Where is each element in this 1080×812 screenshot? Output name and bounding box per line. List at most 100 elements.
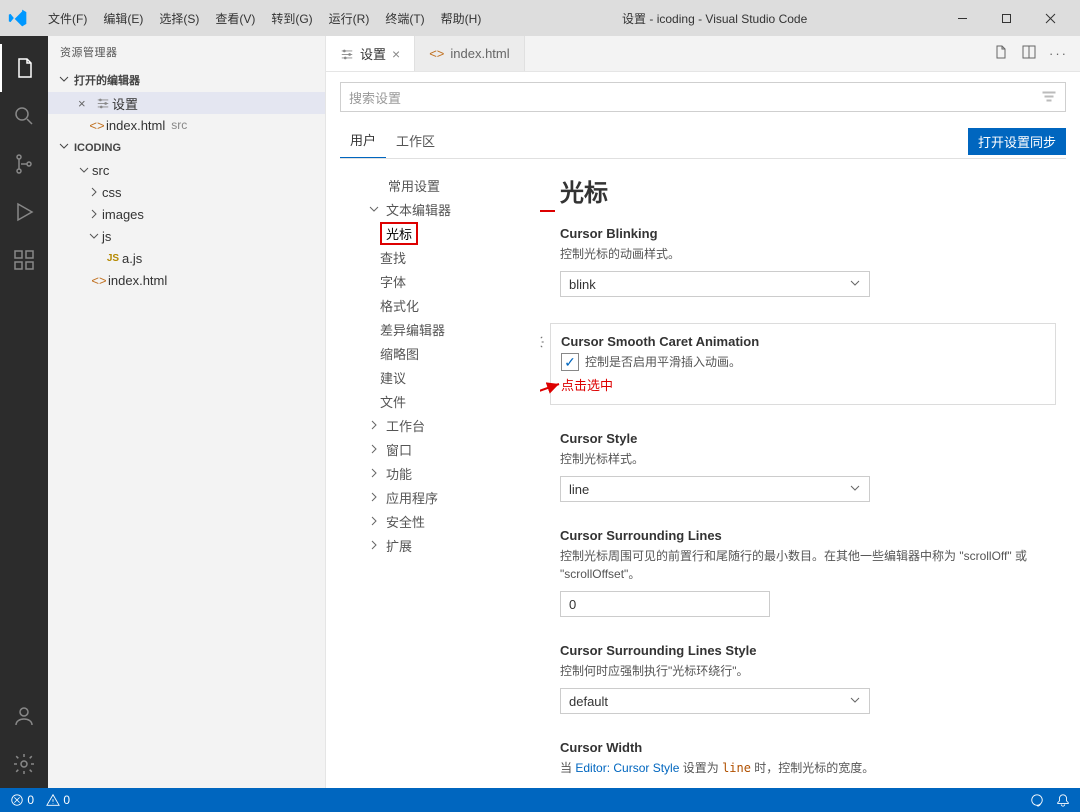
close-icon[interactable]: × — [392, 46, 400, 62]
setting-select[interactable]: default — [560, 688, 870, 714]
open-settings-sync-button[interactable]: 打开设置同步 — [968, 128, 1066, 155]
scope-user[interactable]: 用户 — [340, 124, 386, 158]
chevron-right-icon — [368, 539, 382, 551]
window-maximize-button[interactable] — [984, 0, 1028, 36]
tab-label: index.html — [450, 46, 509, 61]
tree-folder-images[interactable]: images — [48, 203, 325, 225]
setting-cursor-surrounding-lines-style: Cursor Surrounding Lines Style 控制何时应强制执行… — [560, 643, 1056, 714]
toc-font[interactable]: 字体 — [340, 269, 540, 293]
annotation-arrow-icon — [540, 201, 560, 221]
window-minimize-button[interactable] — [940, 0, 984, 36]
setting-cursor-surrounding-lines: Cursor Surrounding Lines 控制光标周围可见的前置行和尾随… — [560, 528, 1056, 617]
chevron-down-icon — [849, 694, 861, 709]
menu-select[interactable]: 选择(S) — [151, 10, 207, 27]
toc-app[interactable]: 应用程序 — [340, 485, 540, 509]
toc-suggest[interactable]: 建议 — [340, 365, 540, 389]
titlebar: 文件(F) 编辑(E) 选择(S) 查看(V) 转到(G) 运行(R) 终端(T… — [0, 0, 1080, 36]
chevron-down-icon — [58, 140, 70, 155]
activity-settings-icon[interactable] — [0, 740, 48, 788]
project-section[interactable]: ICODING — [48, 136, 325, 159]
chevron-right-icon — [368, 419, 382, 431]
menu-file[interactable]: 文件(F) — [40, 10, 95, 27]
menu-edit[interactable]: 编辑(E) — [95, 10, 151, 27]
scope-workspace[interactable]: 工作区 — [386, 125, 445, 158]
window-title: 设置 - icoding - Visual Studio Code — [489, 10, 940, 27]
toc-feature[interactable]: 功能 — [340, 461, 540, 485]
tab-settings[interactable]: 设置 × — [326, 36, 415, 71]
menu-terminal[interactable]: 终端(T) — [377, 10, 432, 27]
setting-title: Cursor Blinking — [560, 226, 1056, 241]
toc-ext[interactable]: 扩展 — [340, 533, 540, 557]
open-settings-json-icon[interactable] — [993, 44, 1009, 63]
editor-group: 设置 × <> index.html ··· 搜索设置 用户 工作区 — [326, 36, 1080, 788]
setting-number-input[interactable]: 0 — [560, 591, 770, 617]
open-editor-label: index.html — [106, 118, 165, 133]
toc-cursor[interactable]: 光标 — [340, 221, 540, 245]
status-errors[interactable]: 0 — [10, 793, 34, 808]
open-editor-index[interactable]: <> index.html src — [48, 114, 325, 136]
chevron-down-icon — [88, 230, 102, 242]
status-warnings[interactable]: 0 — [46, 793, 70, 808]
filter-icon[interactable] — [1041, 88, 1057, 107]
toc-window[interactable]: 窗口 — [340, 437, 540, 461]
chevron-right-icon — [368, 443, 382, 455]
tree-file-index[interactable]: <> index.html — [48, 269, 325, 291]
chevron-right-icon — [368, 467, 382, 479]
setting-title: Cursor Surrounding Lines Style — [560, 643, 1056, 658]
chevron-down-icon — [849, 482, 861, 497]
activity-search-icon[interactable] — [0, 92, 48, 140]
tree-file-ajs[interactable]: JS a.js — [48, 247, 325, 269]
toc-security[interactable]: 安全性 — [340, 509, 540, 533]
gear-icon[interactable] — [540, 334, 545, 353]
settings-editor: 搜索设置 用户 工作区 打开设置同步 常用设置 文本编辑器 光标 查找 字体 格… — [326, 72, 1080, 788]
setting-description: 控制光标的动画样式。 — [560, 245, 1056, 263]
tree-folder-src[interactable]: src — [48, 159, 325, 181]
setting-cursor-width: Cursor Width 当 Editor: Cursor Style 设置为 … — [560, 740, 1056, 777]
status-notifications-icon[interactable] — [1056, 793, 1070, 808]
toc-file[interactable]: 文件 — [340, 389, 540, 413]
toc-format[interactable]: 格式化 — [340, 293, 540, 317]
menu-run[interactable]: 运行(R) — [321, 10, 378, 27]
setting-link[interactable]: Editor: Cursor Style — [575, 761, 679, 775]
window-close-button[interactable] — [1028, 0, 1072, 36]
editor-tabs: 设置 × <> index.html ··· — [326, 36, 1080, 72]
more-actions-icon[interactable]: ··· — [1049, 46, 1068, 61]
open-editor-label: 设置 — [112, 94, 138, 113]
open-editor-settings[interactable]: × 设置 — [48, 92, 325, 114]
activity-explorer-icon[interactable] — [0, 44, 48, 92]
tree-folder-css[interactable]: css — [48, 181, 325, 203]
sidebar-explorer: 资源管理器 打开的编辑器 × 设置 <> index.html src ICOD… — [48, 36, 326, 788]
settings-heading: 光标 — [560, 173, 1056, 208]
setting-select[interactable]: blink — [560, 271, 870, 297]
toc-text-editor[interactable]: 文本编辑器 — [340, 197, 540, 221]
activity-debug-icon[interactable] — [0, 188, 48, 236]
menu-help[interactable]: 帮助(H) — [433, 10, 490, 27]
toc-find[interactable]: 查找 — [340, 245, 540, 269]
setting-title: Cursor Surrounding Lines — [560, 528, 1056, 543]
open-editors-section[interactable]: 打开的编辑器 — [48, 68, 325, 92]
setting-cursor-style: Cursor Style 控制光标样式。 line — [560, 431, 1056, 502]
status-bar: 0 0 — [0, 788, 1080, 812]
menu-goto[interactable]: 转到(G) — [263, 10, 320, 27]
menu-view[interactable]: 查看(V) — [207, 10, 263, 27]
setting-select[interactable]: line — [560, 476, 870, 502]
settings-search-input[interactable]: 搜索设置 — [340, 82, 1066, 112]
tree-folder-js[interactable]: js — [48, 225, 325, 247]
tab-label: 设置 — [360, 44, 386, 63]
toc-workbench[interactable]: 工作台 — [340, 413, 540, 437]
settings-content[interactable]: 光标 Cursor Blinking 控制光标的动画样式。 blink Curs… — [540, 167, 1066, 788]
tab-index[interactable]: <> index.html — [415, 36, 524, 71]
close-icon[interactable]: × — [78, 96, 94, 111]
status-feedback-icon[interactable] — [1030, 793, 1044, 808]
setting-title: Cursor Style — [560, 431, 1056, 446]
toc-minimap[interactable]: 缩略图 — [340, 341, 540, 365]
activity-scm-icon[interactable] — [0, 140, 48, 188]
activity-extensions-icon[interactable] — [0, 236, 48, 284]
js-file-icon: JS — [104, 253, 122, 264]
search-placeholder: 搜索设置 — [349, 88, 401, 107]
activity-account-icon[interactable] — [0, 692, 48, 740]
toc-diff[interactable]: 差异编辑器 — [340, 317, 540, 341]
setting-checkbox[interactable]: ✓ — [561, 353, 579, 371]
toc-common[interactable]: 常用设置 — [340, 173, 540, 197]
split-editor-icon[interactable] — [1021, 44, 1037, 63]
